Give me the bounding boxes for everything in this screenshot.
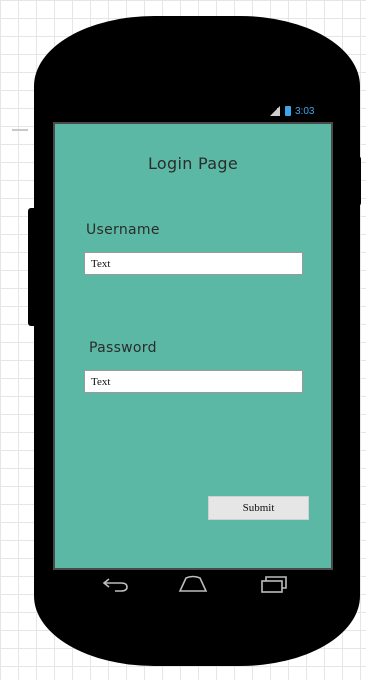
username-label: Username	[86, 222, 160, 238]
battery-icon	[285, 106, 291, 116]
password-field[interactable]	[84, 370, 303, 393]
page-title: Login Page	[148, 154, 238, 173]
submit-button[interactable]: Submit	[208, 496, 309, 520]
password-label: Password	[89, 340, 157, 356]
navigation-bar	[53, 572, 333, 596]
status-time: 3:03	[295, 105, 315, 117]
canvas-ruler-mark	[12, 129, 28, 131]
status-bar: 3:03	[270, 104, 314, 118]
recent-apps-icon[interactable]	[258, 574, 288, 594]
home-icon[interactable]	[178, 574, 208, 594]
signal-icon	[270, 106, 280, 116]
back-icon[interactable]	[101, 574, 131, 594]
username-field[interactable]	[84, 252, 303, 275]
login-screen: Login Page Username Password Submit	[53, 122, 333, 570]
